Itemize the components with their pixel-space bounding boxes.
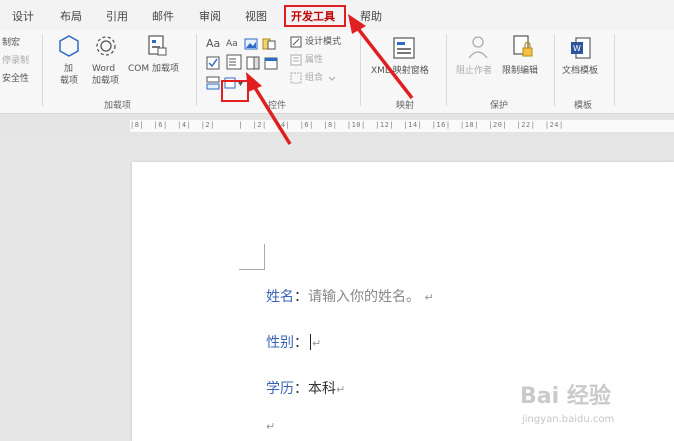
ribbon-separator	[360, 34, 361, 106]
ribbon-separator	[42, 34, 43, 106]
gear-icon	[96, 36, 116, 56]
paragraph-mark: ↵	[312, 337, 322, 350]
protect-group-label: 保护	[490, 101, 509, 111]
tab-help[interactable]: 帮助	[360, 8, 382, 24]
picture-control-icon[interactable]	[244, 38, 258, 50]
name-content-control[interactable]: 请输入你的姓名。	[308, 289, 420, 305]
checkbox-control-icon[interactable]	[206, 56, 220, 70]
education-colon: ：	[294, 381, 308, 397]
plain-text-control-button[interactable]: Aa	[226, 39, 238, 50]
name-label: 姓名	[266, 289, 294, 305]
tab-review[interactable]: 审阅	[199, 8, 221, 24]
name-line[interactable]: 姓名：请输入你的姓名。 ↵	[266, 286, 434, 306]
repeating-section-control-icon[interactable]	[206, 76, 220, 90]
gender-label: 性别	[266, 335, 294, 351]
watermark-url: jingyan.baidu.com	[522, 414, 615, 425]
ribbon-separator	[554, 34, 555, 106]
tab-references[interactable]: 引用	[106, 8, 128, 24]
paragraph-mark: ↵	[336, 383, 346, 396]
name-colon: ：	[294, 289, 308, 305]
block-authors-icon	[468, 36, 488, 59]
properties-button[interactable]: 属性	[305, 55, 323, 66]
control-highlight-box	[221, 80, 249, 102]
margin-corner-mark	[239, 244, 265, 270]
tab-mailings[interactable]: 邮件	[152, 8, 174, 24]
get-addins-button[interactable]: 加	[64, 64, 73, 75]
education-label: 学历	[266, 381, 294, 397]
watermark-brand: Bai 经验	[520, 384, 611, 409]
rich-text-control-button[interactable]: Aa	[206, 38, 220, 49]
word-addins-label: 加载项	[92, 76, 120, 86]
ribbon-separator	[614, 34, 615, 106]
tab-layout[interactable]: 布局	[60, 8, 82, 24]
document-template-button[interactable]: 文档模板	[562, 66, 598, 77]
record-macro-button[interactable]: 停录制	[2, 56, 29, 67]
tab-view[interactable]: 视图	[245, 8, 267, 24]
building-block-control-icon[interactable]	[262, 38, 276, 50]
ribbon-tab-bar: 设计 布局 引用 邮件 审阅 视图 开发工具 帮助	[0, 0, 674, 30]
gender-colon: ：	[294, 335, 308, 351]
ribbon: 制宏 停录制 安全性 加 载项 Word 加载项 COM 加载项 加载项 Aa …	[0, 30, 674, 114]
macros-button[interactable]: 制宏	[2, 38, 20, 49]
restrict-editing-lock-icon	[513, 35, 533, 57]
xml-mapping-pane-icon	[393, 37, 415, 59]
dropdown-list-control-icon[interactable]	[246, 56, 260, 70]
gender-line[interactable]: 性别： ↵	[266, 332, 321, 352]
combo-box-control-icon[interactable]	[226, 54, 242, 70]
addin-hexagon-icon	[59, 35, 79, 57]
addins-group-label: 加载项	[104, 101, 132, 111]
mapping-group-label: 映射	[396, 101, 415, 111]
text-cursor	[310, 334, 311, 350]
templates-group-label: 模板	[574, 101, 593, 111]
ribbon-separator	[196, 34, 197, 106]
ruler-tick-labels: |8| |6| |4| |2| | |2| |4| |6| |8| |10| |…	[130, 121, 564, 129]
design-mode-button[interactable]: 设计模式	[305, 37, 341, 48]
baidu-jingyan-watermark: Bai 经验 jingyan.baidu.com	[520, 378, 670, 438]
horizontal-ruler[interactable]: |8| |6| |4| |2| | |2| |4| |6| |8| |10| |…	[0, 115, 674, 137]
word-document-template-icon: W	[571, 37, 591, 59]
controls-group-label: 控件	[268, 101, 287, 111]
ribbon-separator	[446, 34, 447, 106]
design-mode-icon	[290, 36, 302, 48]
word-addins-button[interactable]: Word	[92, 64, 115, 75]
block-authors-button[interactable]: 阻止作者	[456, 66, 492, 77]
group-button[interactable]: 组合	[305, 73, 323, 84]
education-value[interactable]: 本科	[308, 381, 336, 397]
chevron-down-icon	[328, 76, 336, 81]
com-addins-icon	[148, 35, 167, 56]
get-addins-label: 载项	[60, 76, 79, 86]
macro-security-button[interactable]: 安全性	[2, 74, 29, 85]
tab-design[interactable]: 设计	[12, 8, 34, 24]
education-line[interactable]: 学历：本科↵	[266, 378, 345, 398]
com-addins-button[interactable]: COM 加载项	[128, 64, 179, 75]
group-icon	[290, 72, 302, 84]
paragraph-mark: ↵	[424, 291, 434, 304]
restrict-editing-button[interactable]: 限制编辑	[502, 66, 538, 77]
properties-icon	[290, 54, 302, 66]
developer-tab-highlight-box	[284, 5, 346, 27]
empty-line[interactable]: ↵	[266, 418, 275, 434]
paragraph-mark: ↵	[266, 420, 276, 433]
svg-text:W: W	[573, 44, 581, 53]
date-picker-control-icon[interactable]	[264, 56, 278, 70]
xml-mapping-pane-button[interactable]: XML 映射窗格	[371, 66, 429, 77]
